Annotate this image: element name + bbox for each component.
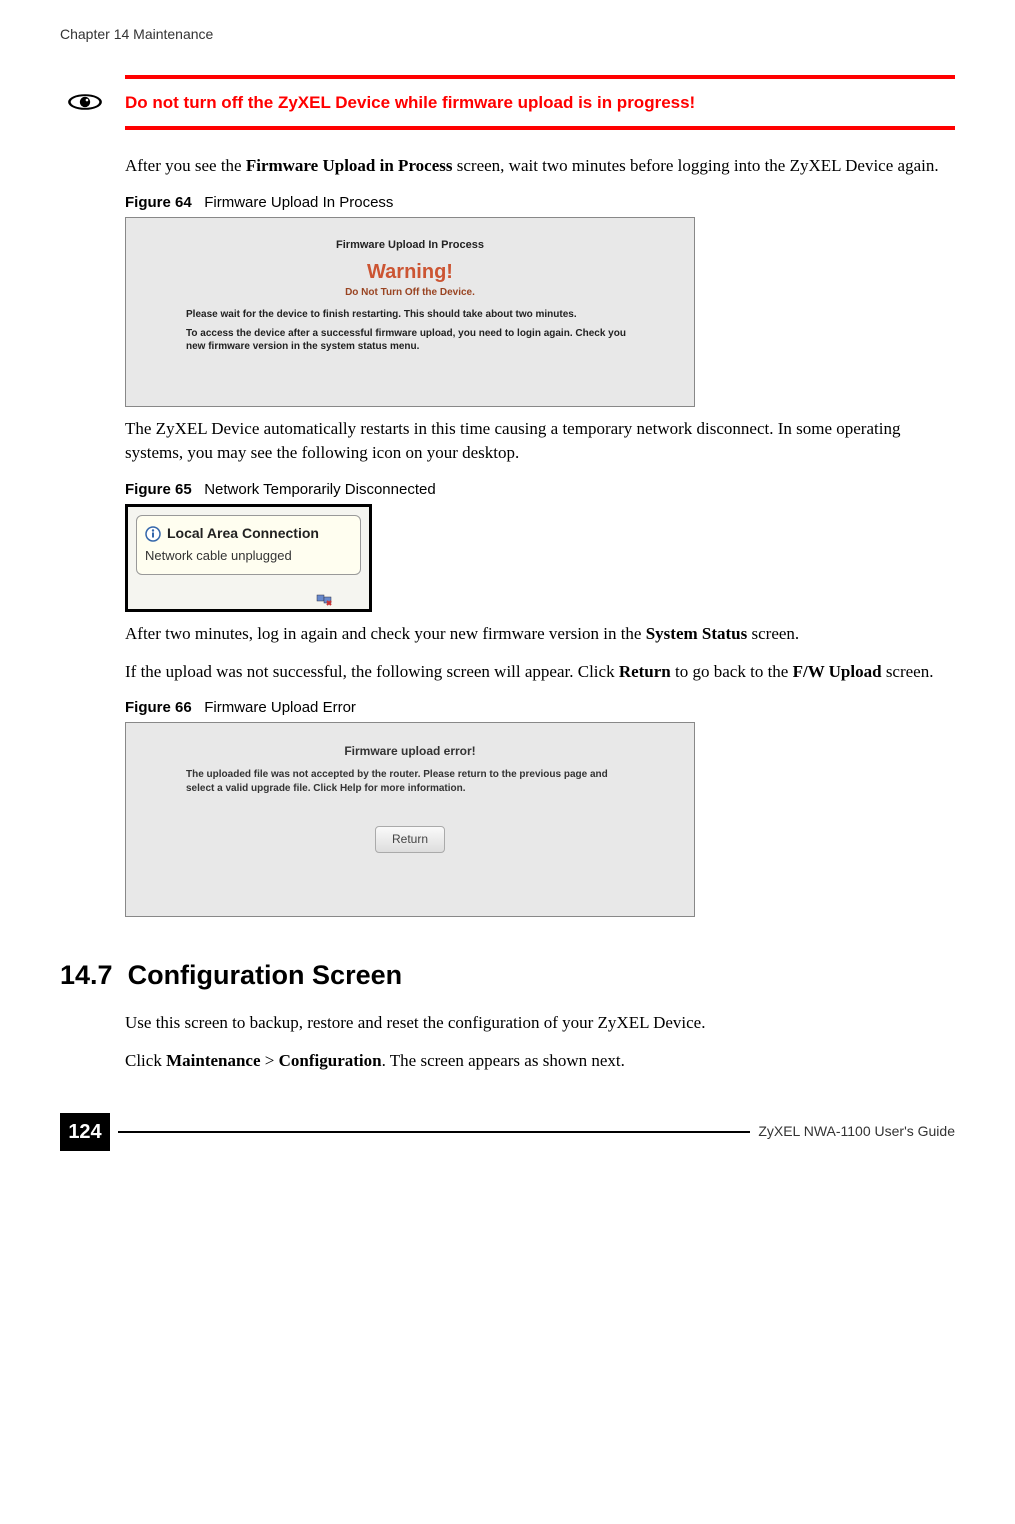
paragraph-3: After two minutes, log in again and chec… [125, 622, 955, 646]
info-icon [145, 526, 161, 542]
text-bold: Configuration [279, 1051, 382, 1070]
screenshot-msg2: To access the device after a successful … [186, 327, 634, 353]
text-bold: Return [619, 662, 671, 681]
text-bold: Firmware Upload in Process [246, 156, 453, 175]
screenshot-msg1: Please wait for the device to finish res… [186, 308, 634, 321]
screenshot-firmware-upload-process: Firmware Upload In Process Warning! Do N… [125, 217, 695, 407]
figure-caption: Firmware Upload In Process [204, 194, 393, 211]
text: Click [125, 1051, 166, 1070]
text: screen. [747, 624, 799, 643]
paragraph-4: If the upload was not successful, the fo… [125, 660, 955, 684]
balloon-msg: Network cable unplugged [145, 547, 352, 565]
figure-66-label: Figure 66 Firmware Upload Error [125, 697, 955, 718]
text: After two minutes, log in again and chec… [125, 624, 646, 643]
text: . The screen appears as shown next. [382, 1051, 625, 1070]
screenshot-error-title: Firmware upload error! [186, 743, 634, 760]
balloon-title: Local Area Connection [167, 524, 319, 544]
text: screen. [882, 662, 934, 681]
text: screen, wait two minutes before logging … [453, 156, 939, 175]
footer-guide-name: ZyXEL NWA-1100 User's Guide [758, 1122, 955, 1142]
alert-text: Do not turn off the ZyXEL Device while f… [125, 79, 695, 127]
paragraph-1: After you see the Firmware Upload in Pro… [125, 154, 955, 178]
text: After you see the [125, 156, 246, 175]
page-footer: 124 ZyXEL NWA-1100 User's Guide [60, 1113, 955, 1151]
section-number: 14.7 [60, 960, 113, 990]
text-bold: System Status [646, 624, 748, 643]
balloon-tooltip: Local Area Connection Network cable unpl… [136, 515, 361, 575]
screenshot-title: Firmware Upload In Process [186, 238, 634, 253]
section-title: Configuration Screen [128, 960, 403, 990]
text-bold: F/W Upload [793, 662, 882, 681]
screenshot-warning-sub: Do Not Turn Off the Device. [186, 286, 634, 300]
important-alert-block: Do not turn off the ZyXEL Device while f… [60, 75, 955, 131]
figure-number: Figure 65 [125, 481, 192, 498]
figure-64-label: Figure 64 Firmware Upload In Process [125, 192, 955, 213]
page-header: Chapter 14 Maintenance [60, 25, 955, 45]
figure-number: Figure 66 [125, 699, 192, 716]
text: to go back to the [671, 662, 793, 681]
text-bold: Maintenance [166, 1051, 260, 1070]
return-button[interactable]: Return [375, 826, 445, 853]
figure-caption: Network Temporarily Disconnected [204, 481, 435, 498]
paragraph-2: The ZyXEL Device automatically restarts … [125, 417, 955, 465]
network-tray-icon [316, 592, 334, 606]
figure-number: Figure 64 [125, 194, 192, 211]
screenshot-network-disconnected: Local Area Connection Network cable unpl… [125, 504, 372, 612]
eye-icon [65, 89, 105, 115]
divider-bottom [125, 126, 955, 130]
screenshot-error-msg: The uploaded file was not accepted by th… [186, 768, 634, 796]
screenshot-firmware-upload-error: Firmware upload error! The uploaded file… [125, 722, 695, 917]
figure-65-label: Figure 65 Network Temporarily Disconnect… [125, 479, 955, 500]
text: > [261, 1051, 279, 1070]
page-number: 124 [60, 1113, 110, 1151]
text: If the upload was not successful, the fo… [125, 662, 619, 681]
section-heading: 14.7 Configuration Screen [60, 957, 955, 995]
paragraph-6: Click Maintenance > Configuration. The s… [125, 1049, 955, 1073]
paragraph-5: Use this screen to backup, restore and r… [125, 1011, 955, 1035]
footer-divider [118, 1131, 750, 1133]
screenshot-warning: Warning! [186, 258, 634, 286]
figure-caption: Firmware Upload Error [204, 699, 356, 716]
